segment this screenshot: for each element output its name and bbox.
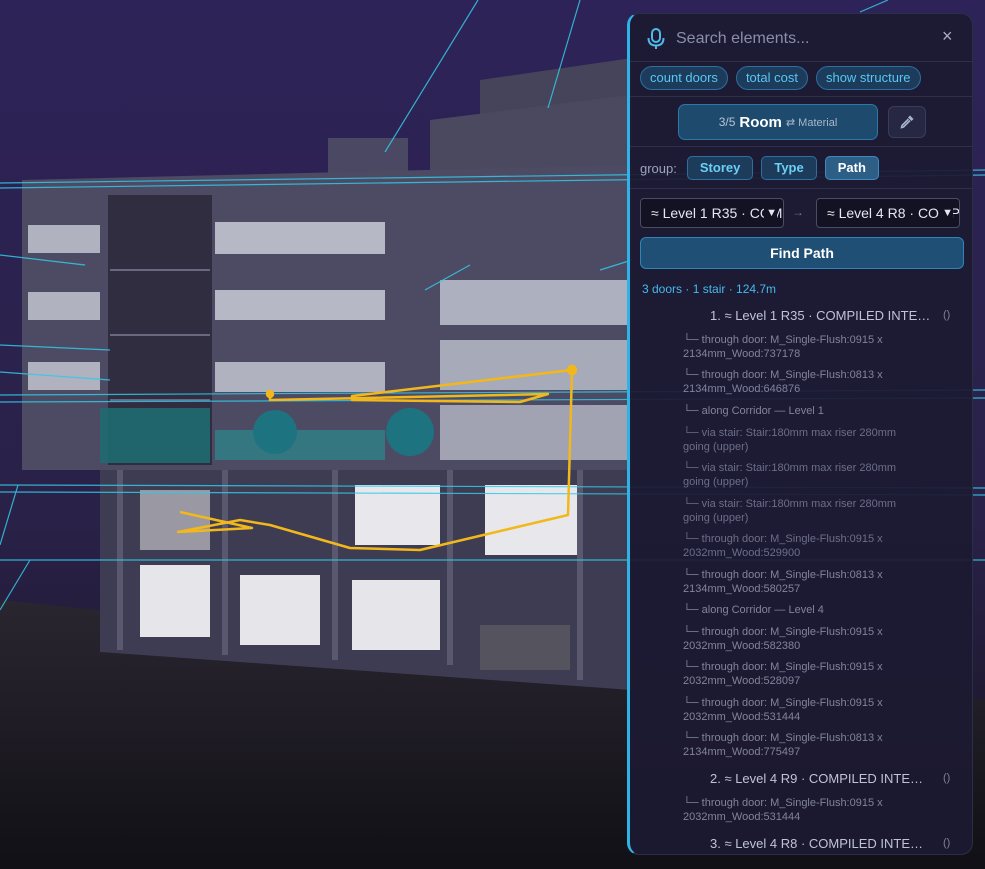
path-step: └─ through door: M_Single-Flush:0813 x 2… [683, 569, 883, 595]
group-label: group: [640, 160, 677, 176]
path-step: └─ via stair: Stair:180mm max riser 280m… [683, 427, 897, 453]
path-step: └─ along Corridor — Level 4 [683, 604, 824, 616]
path-step: └─ through door: M_Single-Flush:0915 x 2… [683, 697, 883, 723]
chip-show-structure[interactable]: show structure [815, 66, 921, 90]
path-step: └─ through door: M_Single-Flush:0915 x 2… [683, 334, 883, 360]
group-storey-button[interactable]: Storey [686, 156, 754, 180]
path-stop-1-paren: () [943, 309, 951, 321]
mode-count: 3/5 [718, 115, 736, 129]
quick-query-chips: count doors total cost show structure [640, 66, 921, 90]
path-step: └─ through door: M_Single-Flush:0915 x 2… [683, 797, 883, 823]
path-stop-2[interactable]: 2. ≈ Level 4 R9 · COMPILED INTERIOR [710, 771, 932, 786]
path-step: └─ through door: M_Single-Flush:0915 x 2… [683, 533, 883, 559]
arrow-right-icon: → [792, 205, 804, 219]
divider [630, 188, 972, 189]
path-step: └─ via stair: Stair:180mm max riser 280m… [683, 498, 897, 524]
group-by-row: group: Storey Type Path [640, 156, 879, 180]
find-path-button[interactable]: Find Path [640, 237, 964, 269]
eyedropper-button[interactable] [888, 106, 926, 138]
eyedropper-icon [900, 115, 914, 129]
mode-alt-label: ⇄ Material [785, 116, 838, 129]
path-stop-3-paren: () [943, 837, 951, 849]
path-stop-1[interactable]: 1. ≈ Level 1 R35 · COMPILED INTERIOR [710, 308, 932, 323]
path-summary: 3 doors · 1 stair · 124.7m [642, 282, 777, 296]
chevron-down-icon: ▼ [764, 199, 777, 227]
microphone-icon[interactable] [646, 28, 666, 50]
path-step: └─ via stair: Stair:180mm max riser 280m… [683, 462, 897, 488]
chevron-down-icon: ▼ [940, 199, 953, 227]
divider [630, 96, 972, 97]
mode-label: Room [739, 113, 782, 131]
path-step: └─ through door: M_Single-Flush:0813 x 2… [683, 369, 883, 395]
path-step: └─ through door: M_Single-Flush:0915 x 2… [683, 661, 883, 687]
path-to-select[interactable]: ≈ Level 4 R8 · COMPILED INTERIOR ▼ [816, 198, 960, 228]
chip-count-doors[interactable]: count doors [640, 66, 728, 90]
path-step: └─ through door: M_Single-Flush:0813 x 2… [683, 732, 883, 758]
search-input[interactable] [674, 26, 918, 52]
path-from-select[interactable]: ≈ Level 1 R35 · COMPILED INTERIOR ▼ [640, 198, 784, 228]
path-stop-3[interactable]: 3. ≈ Level 4 R8 · COMPILED INTERIOR [710, 836, 932, 851]
chip-total-cost[interactable]: total cost [735, 66, 808, 90]
building-facade [22, 165, 632, 690]
search-bar: × [630, 14, 972, 62]
divider [630, 146, 972, 147]
group-path-button[interactable]: Path [824, 156, 879, 180]
element-search-panel: × count doors total cost show structure … [627, 13, 973, 855]
group-type-button[interactable]: Type [761, 156, 817, 180]
path-stop-2-paren: () [943, 772, 951, 784]
mode-toggle-button[interactable]: 3/5 Room ⇄ Material [678, 104, 878, 140]
close-icon[interactable]: × [942, 26, 953, 47]
path-step: └─ through door: M_Single-Flush:0915 x 2… [683, 626, 883, 652]
path-step: └─ along Corridor — Level 1 [683, 405, 824, 417]
